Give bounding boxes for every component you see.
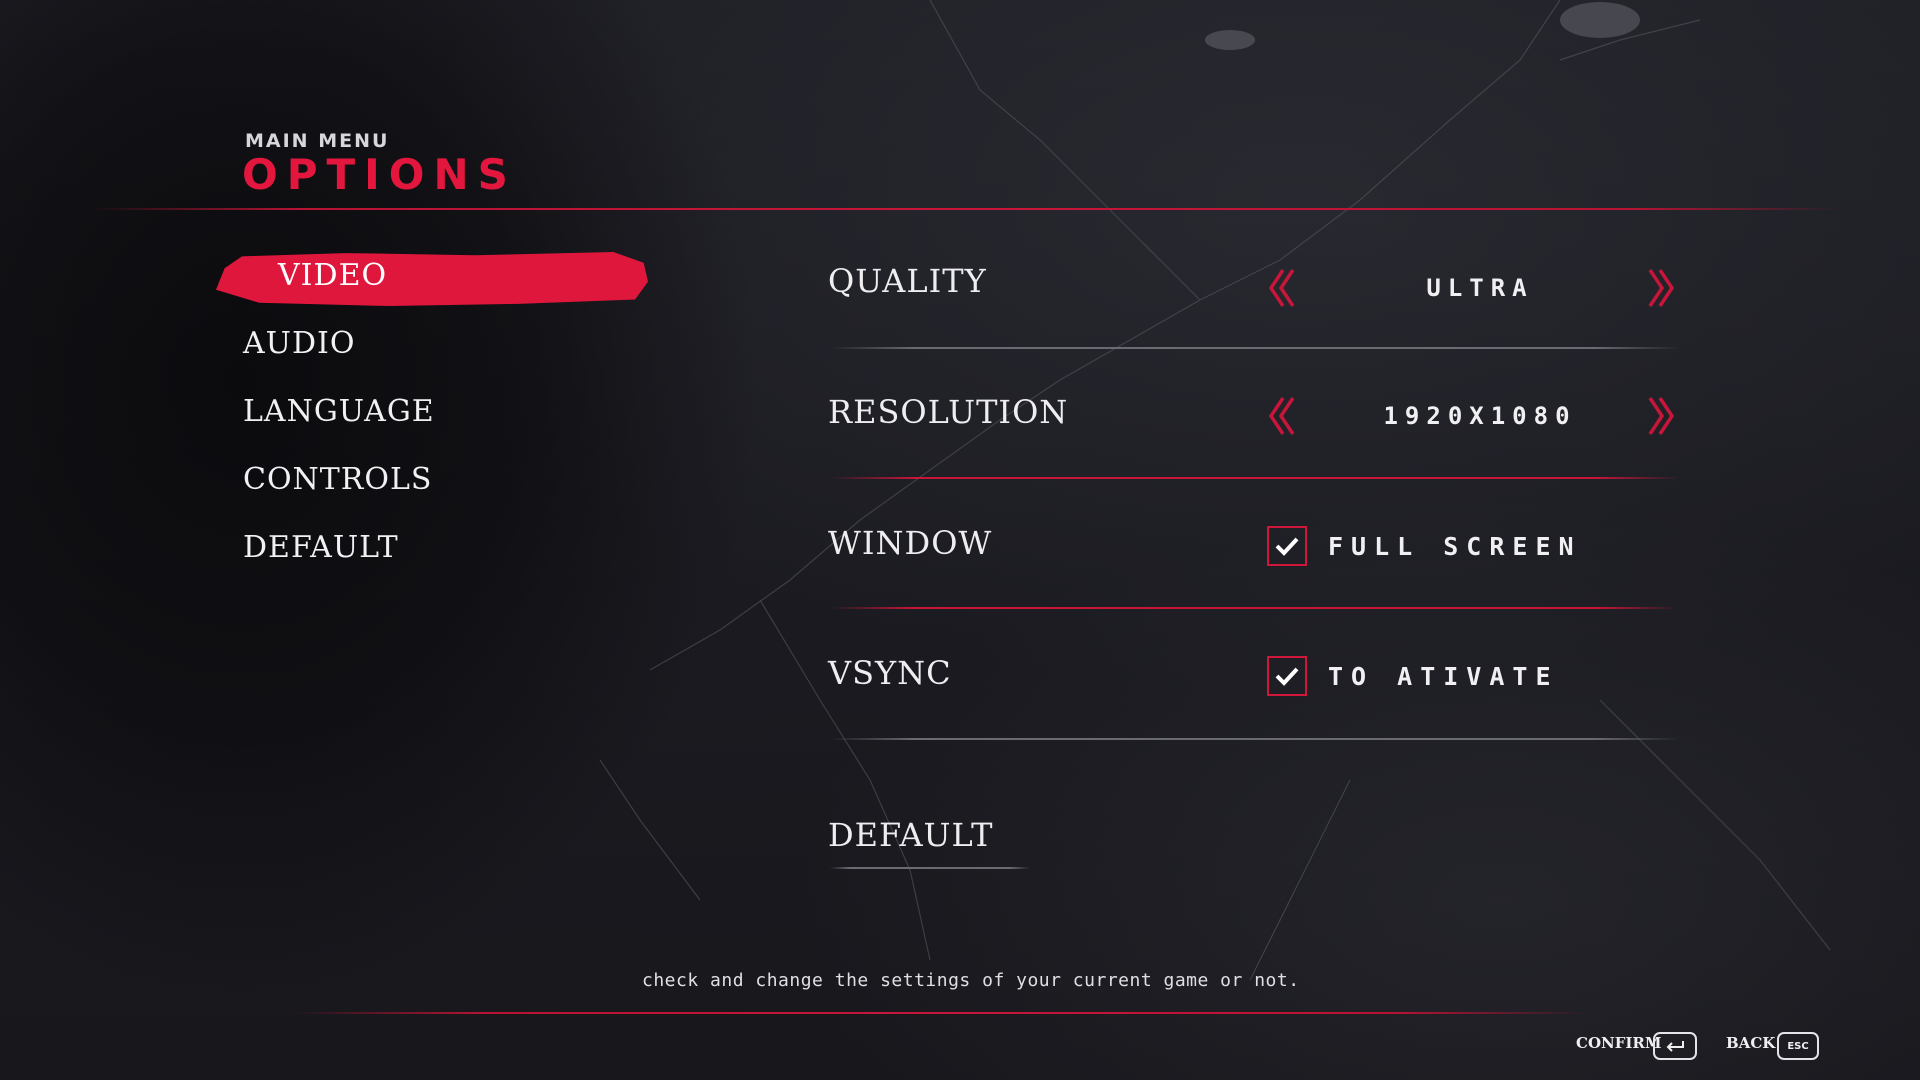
fullscreen-checkbox[interactable] [1267, 526, 1307, 566]
esc-key[interactable]: ESC [1777, 1032, 1819, 1060]
resolution-label: RESOLUTION [828, 393, 1069, 431]
page-title: OPTIONS [242, 150, 517, 199]
check-icon [1275, 667, 1299, 686]
quality-value: ULTRA [1426, 274, 1534, 302]
sidebar-item-language[interactable]: LANGUAGE [243, 394, 435, 429]
resolution-value: 1920X1080 [1383, 402, 1577, 430]
sidebar-item-default[interactable]: DEFAULT [243, 530, 399, 565]
default-button[interactable]: DEFAULT [828, 816, 994, 854]
fullscreen-label: FULL SCREEN [1328, 532, 1582, 561]
vsync-checkbox[interactable] [1267, 656, 1307, 696]
default-underline [830, 867, 1030, 869]
row-divider [830, 738, 1680, 740]
sidebar-item-audio[interactable]: AUDIO [243, 326, 355, 361]
double-chevron-left-icon[interactable] [1265, 394, 1299, 438]
check-icon [1275, 537, 1299, 556]
double-chevron-left-icon[interactable] [1265, 266, 1299, 310]
breadcrumb: MAIN MENU [245, 130, 390, 152]
row-divider [830, 607, 1680, 609]
footer-description: check and change the settings of your cu… [642, 970, 1300, 991]
enter-key-icon[interactable] [1653, 1032, 1697, 1060]
back-hint: BACK [1726, 1034, 1776, 1052]
vsync-label: VSYNC [828, 654, 952, 692]
double-chevron-right-icon[interactable] [1644, 266, 1678, 310]
row-divider [830, 477, 1680, 479]
vsync-option-label: TO ATIVATE [1328, 662, 1559, 691]
sidebar-item-video[interactable]: VIDEO [278, 258, 387, 293]
header-divider [90, 208, 1840, 210]
quality-label: QUALITY [828, 262, 987, 300]
footer-divider [290, 1012, 1590, 1014]
window-label: WINDOW [828, 524, 993, 562]
double-chevron-right-icon[interactable] [1644, 394, 1678, 438]
row-divider [830, 347, 1680, 349]
sidebar-item-controls[interactable]: CONTROLS [243, 462, 432, 497]
confirm-hint: CONFIRM [1576, 1034, 1662, 1052]
